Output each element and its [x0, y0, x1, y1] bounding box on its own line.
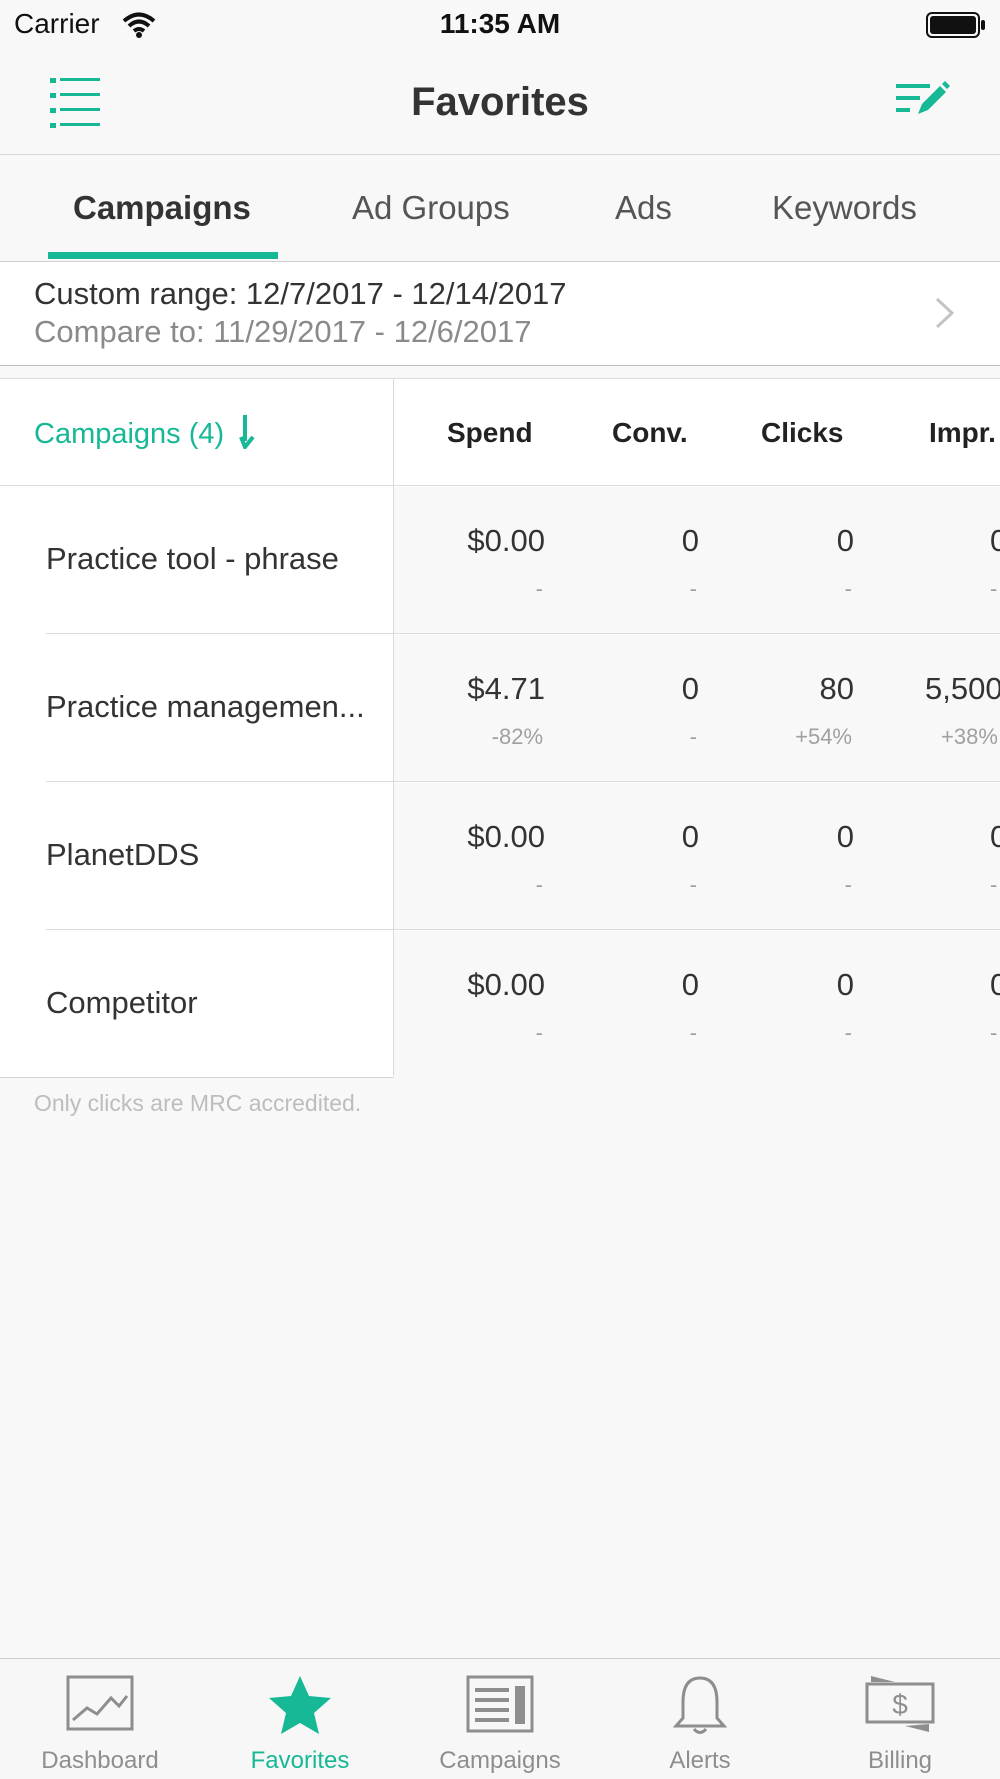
tab-keywords[interactable]: Keywords: [772, 189, 917, 227]
impr-change: +38%: [941, 724, 998, 749]
spend-change: -82%: [491, 724, 543, 749]
column-header-impr[interactable]: Impr.: [929, 417, 996, 449]
tab-bar-item-campaigns[interactable]: Campaigns: [400, 1658, 600, 1778]
clicks-change: -: [844, 576, 852, 601]
spend-value: $0.00: [467, 967, 545, 1002]
clicks-change: -: [844, 872, 852, 897]
spend-value: $4.71: [467, 671, 545, 706]
impr-change: -: [990, 576, 998, 601]
sort-column-header[interactable]: Campaigns (4): [34, 415, 256, 451]
tab-campaigns[interactable]: Campaigns: [73, 189, 251, 227]
status-bar: Carrier 11:35 AM: [0, 0, 1000, 50]
chart-icon: [66, 1675, 134, 1731]
metrics-row-bg: [394, 931, 1000, 1078]
chevron-right-icon: [935, 297, 955, 329]
bell-icon: [672, 1676, 728, 1734]
conv-change: -: [689, 872, 697, 897]
conv-change: -: [689, 1020, 697, 1045]
impr-value: 0: [990, 523, 1000, 558]
clicks-change: +54%: [795, 724, 852, 749]
campaign-name: Competitor: [46, 985, 198, 1020]
spend-change: -: [535, 576, 543, 601]
tab-ad-groups[interactable]: Ad Groups: [352, 189, 510, 227]
column-header-conv[interactable]: Conv.: [612, 417, 688, 449]
metrics-row-bg: [394, 635, 1000, 782]
svg-text:$: $: [892, 1689, 908, 1720]
divider: [46, 781, 1000, 782]
conv-change: -: [689, 724, 697, 749]
divider: [393, 378, 394, 1076]
clicks-value: 0: [836, 523, 854, 558]
billing-icon: $: [865, 1676, 935, 1732]
spend-value: $0.00: [467, 819, 545, 854]
tab-bar-item-alerts[interactable]: Alerts: [600, 1658, 800, 1778]
sort-descending-icon: [239, 415, 255, 451]
date-range-label: Custom range: 12/7/2017 - 12/14/2017: [34, 276, 567, 311]
edit-list-icon[interactable]: [894, 80, 950, 120]
tab-bar-label: Campaigns: [439, 1747, 561, 1774]
footnote: Only clicks are MRC accredited.: [34, 1090, 362, 1116]
impr-change: -: [990, 1020, 998, 1045]
divider: [0, 485, 1000, 486]
impr-value: 5,500: [925, 671, 1000, 706]
divider: [46, 633, 1000, 634]
tab-bar-label: Favorites: [250, 1747, 350, 1774]
conv-change: -: [689, 576, 697, 601]
campaign-name: Practice managemen...: [46, 689, 365, 724]
column-header-spend[interactable]: Spend: [447, 417, 533, 449]
tab-bar-label: Dashboard: [41, 1747, 159, 1774]
metrics-row-bg: [394, 487, 1000, 634]
segment-tabs: Campaigns Ad Groups Ads Keywords: [0, 155, 1000, 262]
tab-bar-label: Billing: [867, 1747, 933, 1774]
battery-icon: [926, 12, 985, 38]
tab-bar-item-billing[interactable]: $ Billing: [800, 1658, 1000, 1778]
tab-bar-item-favorites[interactable]: Favorites: [200, 1658, 400, 1778]
spend-value: $0.00: [467, 523, 545, 558]
spend-change: -: [535, 1020, 543, 1045]
column-header-label: Campaigns (4): [34, 418, 225, 450]
column-header-clicks[interactable]: Clicks: [761, 417, 844, 449]
impr-value: 0: [990, 967, 1000, 1002]
divider: [46, 929, 1000, 930]
tab-bar-item-dashboard[interactable]: Dashboard: [0, 1658, 200, 1778]
clicks-value: 0: [836, 819, 854, 854]
conv-value: 0: [681, 967, 699, 1002]
conv-value: 0: [681, 671, 699, 706]
selected-tab-indicator: [48, 252, 278, 259]
impr-value: 0: [990, 819, 1000, 854]
page-title: Favorites: [411, 80, 589, 124]
campaign-name: Practice tool - phrase: [46, 541, 339, 576]
tab-bar-label: Alerts: [669, 1747, 731, 1774]
status-time: 11:35 AM: [439, 8, 561, 39]
clicks-value: 0: [836, 967, 854, 1002]
campaign-name: PlanetDDS: [46, 837, 200, 872]
clicks-change: -: [844, 1020, 852, 1045]
impr-change: -: [990, 872, 998, 897]
star-icon: [269, 1676, 331, 1734]
compare-range-label: Compare to: 11/29/2017 - 12/6/2017: [34, 314, 532, 349]
metrics-row-bg: [394, 783, 1000, 930]
clicks-value: 80: [819, 671, 854, 706]
spend-change: -: [535, 872, 543, 897]
tab-ads[interactable]: Ads: [615, 189, 672, 227]
conv-value: 0: [681, 819, 699, 854]
campaigns-icon: [466, 1675, 534, 1733]
conv-value: 0: [681, 523, 699, 558]
